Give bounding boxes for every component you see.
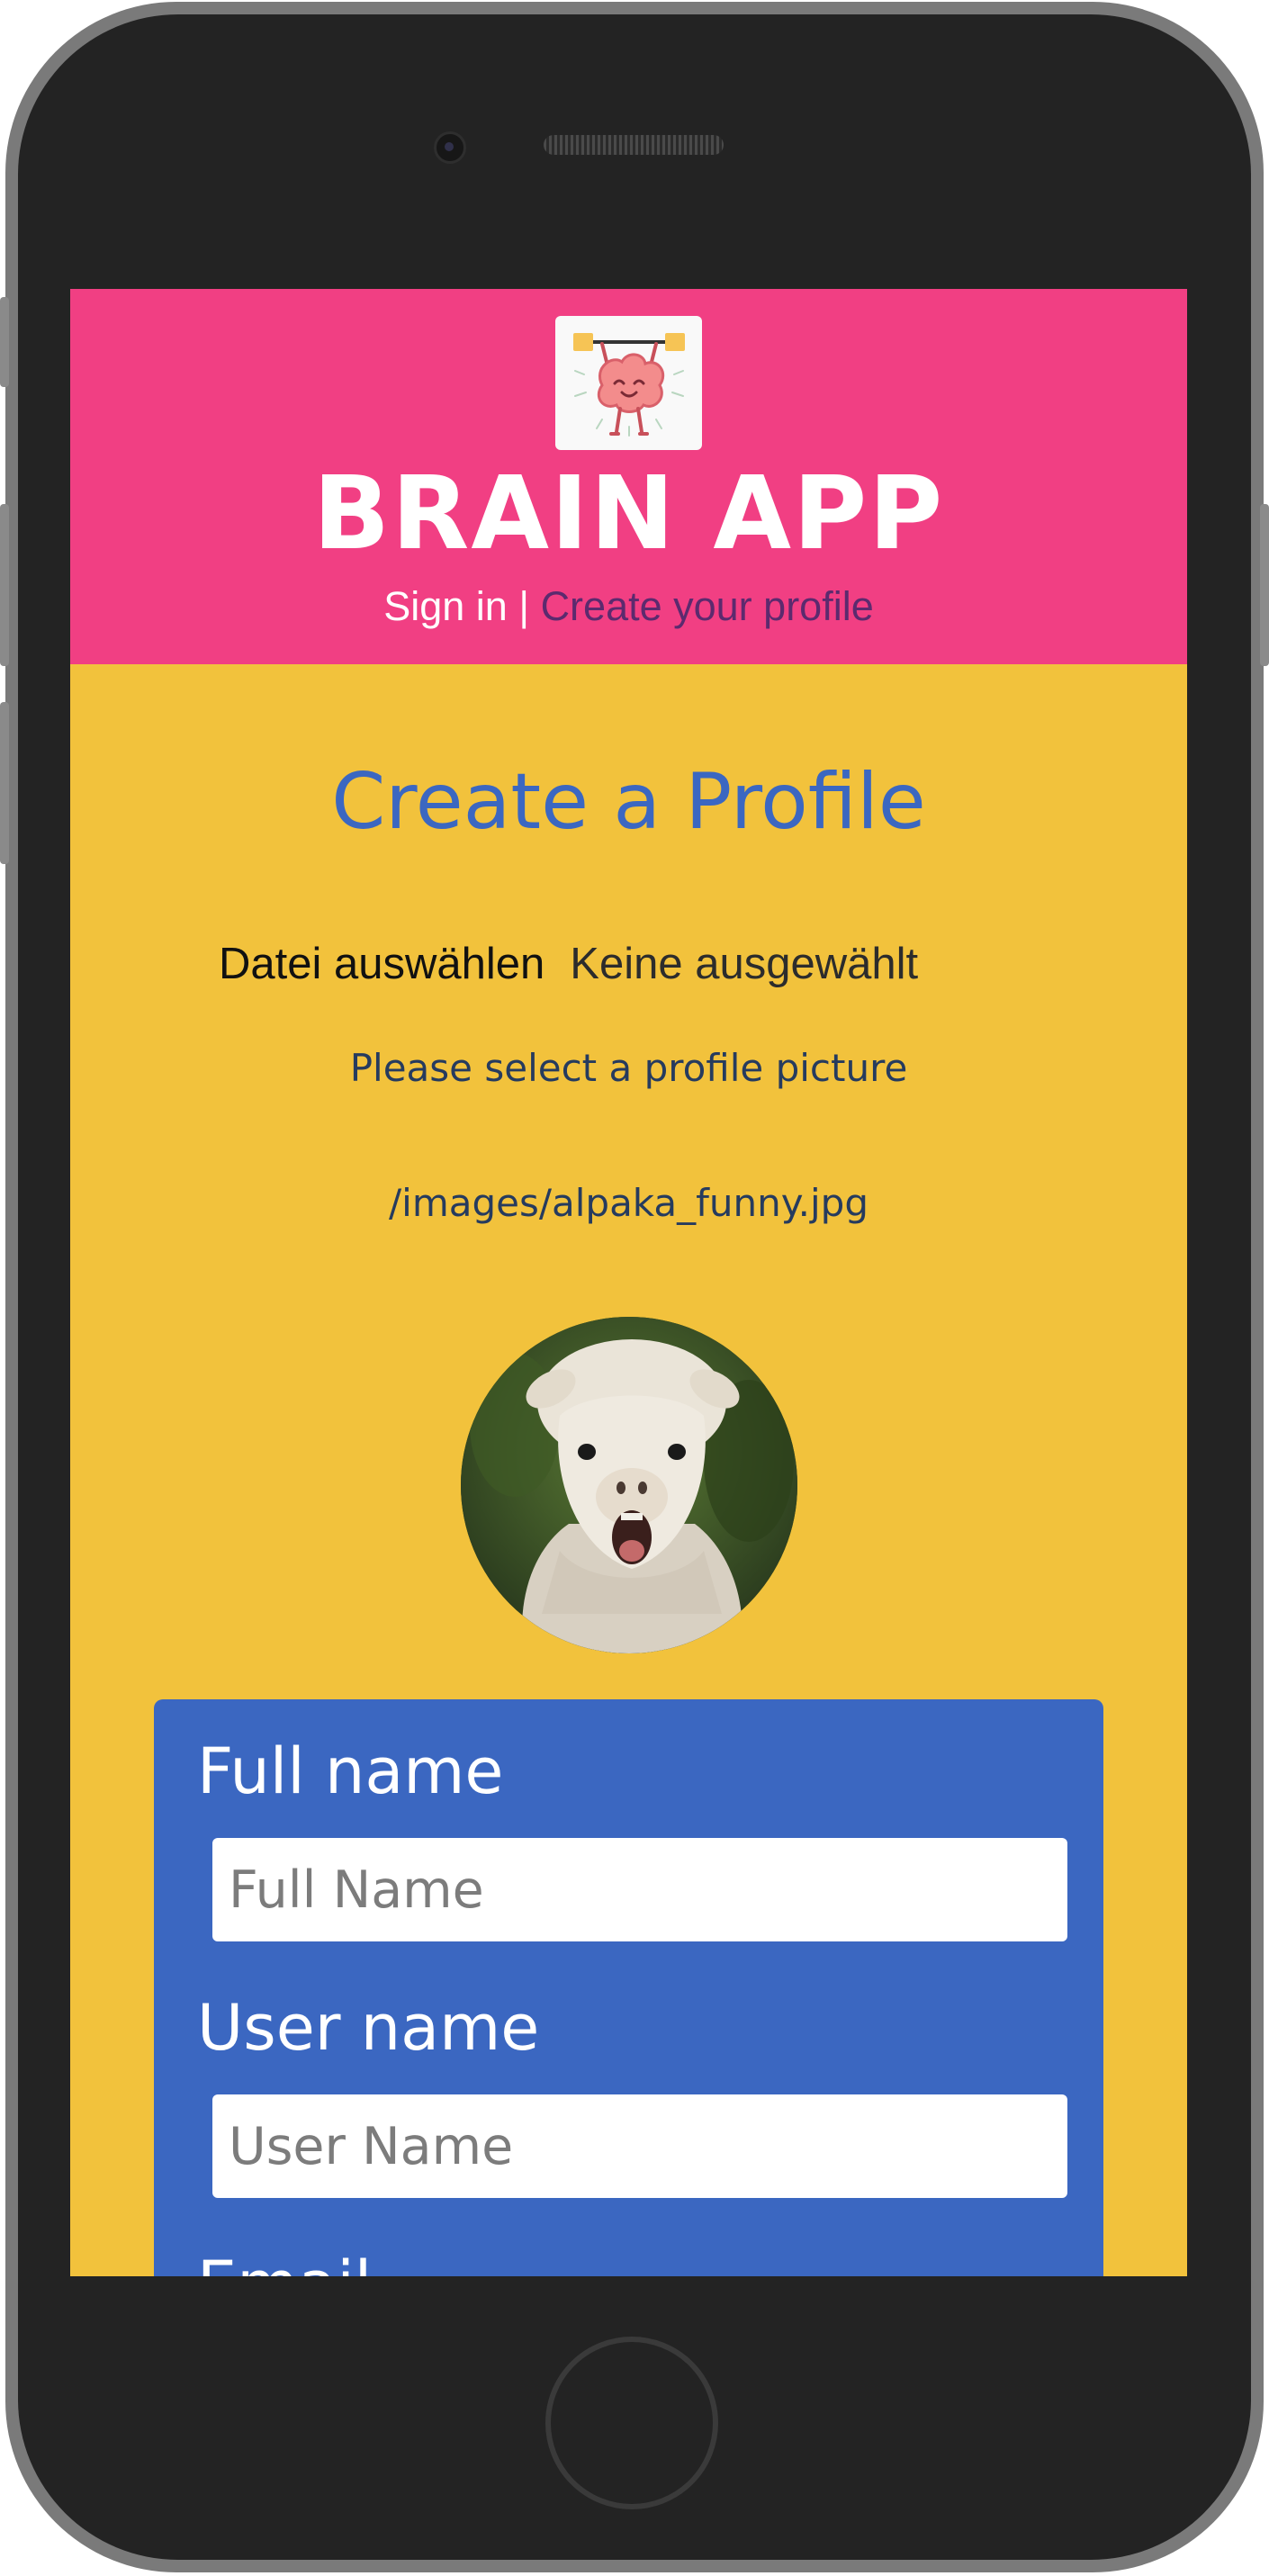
image-path: /images/alpaka_funny.jpg [389,1181,868,1225]
full-name-label: Full name [197,1734,504,1808]
volume-down-button [0,702,9,864]
app-screen: BRAIN APP Sign in | Create your profile … [70,289,1187,2276]
create-profile-link[interactable]: Create your profile [541,583,874,629]
full-name-input[interactable] [212,1838,1067,1941]
profile-avatar [461,1317,797,1653]
profile-form: Full name User name Email [154,1699,1103,2276]
app-title: BRAIN APP [312,455,945,572]
page-title: Create a Profile [331,757,926,847]
choose-file-button[interactable]: Datei auswählen [219,940,544,988]
profile-picture-hint: Please select a profile picture [349,1046,908,1090]
home-button[interactable] [545,2337,718,2509]
file-status: Keine ausgewählt [570,940,919,988]
volume-up-button [0,504,9,666]
mute-switch [0,297,9,387]
nav-separator: | [518,583,530,629]
app-logo[interactable] [555,316,702,450]
alpaca-photo [461,1317,797,1653]
power-button [1260,504,1269,666]
file-picker[interactable]: Datei auswählen Keine ausgewählt [219,937,918,991]
header-nav: Sign in | Create your profile [70,581,1187,632]
user-name-input[interactable] [212,2094,1067,2198]
brain-lifting-barbell-icon [572,332,685,437]
speaker-grille [544,135,724,155]
user-name-label: User name [197,1991,540,2065]
app-header: BRAIN APP Sign in | Create your profile [70,289,1187,664]
email-label: Email [197,2248,372,2276]
front-camera-icon [434,131,466,164]
sign-in-link[interactable]: Sign in [383,583,508,629]
